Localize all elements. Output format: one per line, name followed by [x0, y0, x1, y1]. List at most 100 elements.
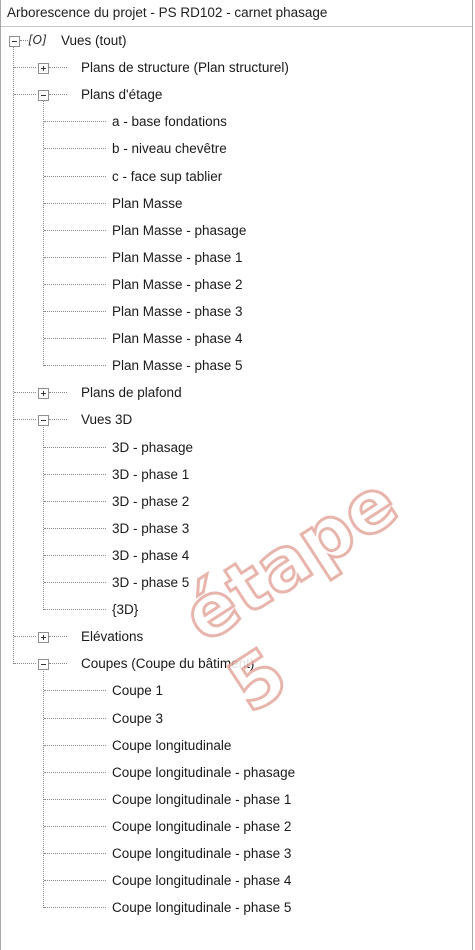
category-label: Plans de structure (Plan structurel): [81, 60, 289, 76]
tree-connector: [44, 744, 106, 746]
tree-view-row[interactable]: a - base fondations: [1, 108, 471, 135]
tree-connector: [44, 527, 106, 529]
tree-connector: [14, 94, 36, 96]
view-label: Coupe longitudinale - phase 1: [112, 791, 292, 807]
tree-connector: [44, 148, 106, 150]
tree-view-row[interactable]: Coupe longitudinale - phasage: [1, 759, 471, 786]
tree-connector: [44, 853, 106, 854]
tree-connector: [14, 419, 36, 421]
tree-view-row[interactable]: Coupe longitudinale - phase 2: [1, 813, 471, 840]
tree-view-row[interactable]: Plan Masse: [1, 190, 471, 217]
tree-category-row[interactable]: Plans de structure (Plan structurel): [1, 54, 471, 81]
tree-connector: [44, 256, 106, 258]
view-label: Coupe longitudinale - phase 2: [112, 818, 292, 834]
tree-connector: [44, 907, 106, 909]
tree-connector: [44, 175, 106, 177]
tree-view-row[interactable]: Plan Masse - phase 2: [1, 271, 471, 298]
view-label: Plan Masse - phasage: [112, 222, 247, 238]
collapse-toggle-icon[interactable]: [38, 415, 49, 427]
view-label: 3D - phase 3: [112, 520, 190, 536]
view-label: Plan Masse: [112, 195, 183, 211]
tree-category-row[interactable]: Elévations: [1, 623, 471, 650]
collapse-toggle-icon[interactable]: [38, 659, 49, 671]
tree-connector: [44, 717, 106, 719]
view-label: c - face sup tablier: [112, 168, 223, 184]
tree-category-row[interactable]: Plans d'étage: [1, 81, 471, 108]
tree-connector: [14, 663, 36, 665]
tree-root-label: Vues (tout): [61, 33, 127, 48]
view-label: 3D - phase 4: [112, 547, 190, 563]
tree-connector: [14, 636, 36, 638]
tree-connector: [49, 663, 67, 665]
view-label: a - base fondations: [112, 114, 227, 130]
tree-view-row[interactable]: Coupe longitudinale - phase 3: [1, 840, 471, 867]
tree-view-row[interactable]: Coupe longitudinale - phase 1: [1, 786, 471, 813]
collapse-toggle-icon[interactable]: [38, 90, 49, 102]
category-label: Coupes (Coupe du bâtiment): [81, 656, 255, 672]
tree-view-row[interactable]: Plan Masse - phase 3: [1, 298, 471, 325]
view-label: Coupe longitudinale - phasage: [112, 764, 296, 780]
category-label: Plans de plafond: [81, 385, 182, 401]
tree-connector: [44, 229, 106, 231]
view-label: Coupe 1: [112, 683, 164, 699]
view-label: Plan Masse - phase 4: [112, 331, 243, 347]
tree-view-row[interactable]: Plan Masse - phase 1: [1, 244, 471, 271]
tree-connector: [44, 798, 106, 800]
project-tree[interactable]: [O] Vues (tout) Plans de structure (Plan s…: [1, 27, 472, 950]
view-label: Coupe longitudinale: [112, 737, 232, 753]
tree-connector: [49, 94, 67, 96]
tree-connector: [44, 771, 106, 773]
tree-view-row[interactable]: 3D - phase 5: [1, 569, 471, 596]
tree-view-row[interactable]: 3D - phase 1: [1, 461, 471, 488]
tree-view-row[interactable]: c - face sup tablier: [1, 163, 471, 190]
view-label: Coupe 3: [112, 710, 164, 726]
expand-toggle-icon[interactable]: [38, 632, 49, 644]
tree-view-row[interactable]: 3D - phase 3: [1, 515, 471, 542]
tree-connector: [44, 473, 106, 475]
tree-category-row[interactable]: Plans de plafond: [1, 379, 471, 406]
view-label: b - niveau chevêtre: [112, 141, 227, 157]
tree-view-row[interactable]: Coupe longitudinale - phase 4: [1, 867, 471, 894]
tree-view-row[interactable]: 3D - phasage: [1, 434, 471, 461]
tree-view-row[interactable]: Plan Masse - phase 4: [1, 325, 471, 352]
views-icon: [O]: [28, 33, 47, 47]
tree-category-row[interactable]: Vues 3D: [1, 406, 471, 433]
view-label: {3D}: [112, 602, 139, 618]
tree-connector: [49, 392, 67, 394]
tree-connector: [49, 636, 67, 638]
tree-view-row[interactable]: Coupe 3: [1, 705, 471, 732]
view-label: Coupe longitudinale - phase 4: [112, 873, 292, 889]
view-label: Plan Masse - phase 3: [112, 304, 243, 319]
tree-connector: [44, 825, 106, 827]
tree-connector: [44, 338, 106, 340]
tree-view-row[interactable]: 3D - phase 4: [1, 542, 471, 569]
tree-root-row[interactable]: [O] Vues (tout): [1, 27, 471, 54]
tree-view-row[interactable]: Plan Masse - phasage: [1, 217, 471, 244]
tree-connector: [14, 392, 36, 394]
collapse-toggle-icon[interactable]: [9, 36, 20, 47]
expand-toggle-icon[interactable]: [38, 388, 49, 400]
tree-view-row[interactable]: 3D - phase 2: [1, 488, 471, 515]
tree-view-row[interactable]: Coupe longitudinale: [1, 732, 471, 759]
category-label: Elévations: [81, 629, 144, 645]
tree-view-row[interactable]: {3D}: [1, 596, 471, 623]
tree-connector: [44, 500, 106, 502]
tree-connector: [44, 690, 106, 692]
view-label: 3D - phase 1: [112, 466, 190, 482]
tree-view-row[interactable]: b - niveau chevêtre: [1, 135, 471, 162]
tree-connector: [44, 283, 106, 285]
tree-view-row[interactable]: Plan Masse - phase 5: [1, 352, 471, 379]
view-label: Coupe longitudinale - phase 5: [112, 900, 292, 916]
tree-connector: [20, 40, 28, 41]
expand-toggle-icon[interactable]: [38, 63, 49, 75]
tree-category-row[interactable]: Coupes (Coupe du bâtiment): [1, 650, 471, 677]
tree-view-row[interactable]: Coupe 1: [1, 677, 471, 704]
tree-connector: [44, 446, 106, 448]
project-browser-panel: Arborescence du projet - PS RD102 - carn…: [0, 0, 473, 950]
tree-connector: [44, 121, 106, 123]
category-label: Vues 3D: [81, 412, 133, 428]
view-label: Plan Masse - phase 1: [112, 249, 243, 265]
view-label: 3D - phase 2: [112, 493, 190, 509]
tree-connector: [49, 67, 67, 69]
tree-view-row[interactable]: Coupe longitudinale - phase 5: [1, 894, 471, 921]
